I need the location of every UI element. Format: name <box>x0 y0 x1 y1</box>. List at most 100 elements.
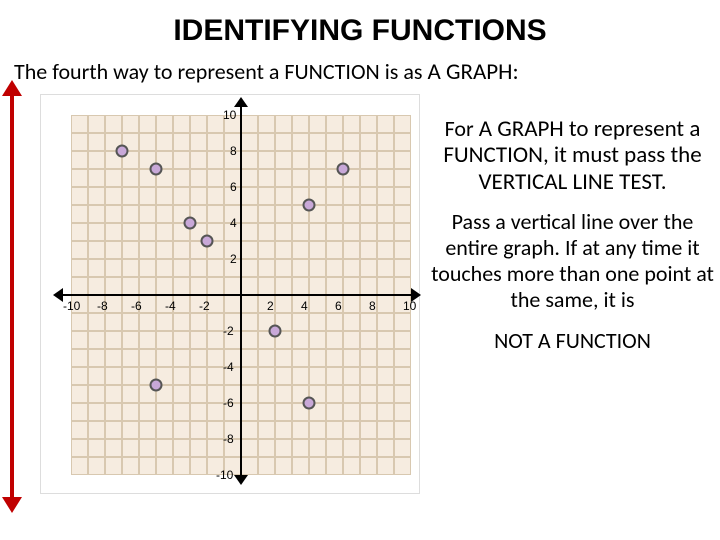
grid-cell <box>88 385 105 403</box>
grid-cell <box>139 241 156 259</box>
grid-cell <box>309 331 326 349</box>
grid-cell <box>309 223 326 241</box>
grid-cell <box>394 457 411 475</box>
grid-cell <box>292 169 309 187</box>
grid-cell <box>326 349 343 367</box>
grid-cell <box>88 133 105 151</box>
grid-cell <box>105 367 122 385</box>
grid-cell <box>343 241 360 259</box>
grid-cell <box>275 421 292 439</box>
grid-cell <box>309 133 326 151</box>
subtitle: The fourth way to represent a FUNCTION i… <box>0 48 720 86</box>
page-title: IDENTIFYING FUNCTIONS <box>0 0 720 48</box>
grid-cell <box>122 367 139 385</box>
grid-cell <box>326 421 343 439</box>
grid-cell <box>156 421 173 439</box>
grid-cell <box>122 115 139 133</box>
grid-cell <box>173 241 190 259</box>
grid-cell <box>139 421 156 439</box>
grid-cell <box>360 421 377 439</box>
grid-cell <box>207 169 224 187</box>
grid-cell <box>88 205 105 223</box>
grid-cell <box>71 169 88 187</box>
grid-cell <box>258 457 275 475</box>
y-tick-label: -8 <box>223 432 234 446</box>
grid-cell <box>343 421 360 439</box>
grid-cell <box>190 349 207 367</box>
grid-cell <box>190 403 207 421</box>
right-panel: For A GRAPH to represent a FUNCTION, it … <box>430 94 715 514</box>
grid-cell <box>156 457 173 475</box>
grid-cell <box>139 313 156 331</box>
grid-cell <box>343 259 360 277</box>
grid-cell <box>275 115 292 133</box>
grid-cell <box>122 205 139 223</box>
grid-cell <box>122 421 139 439</box>
grid-cell <box>343 205 360 223</box>
grid-cell <box>241 169 258 187</box>
grid-cell <box>139 223 156 241</box>
x-tick-label: 2 <box>267 299 274 313</box>
grid-cell <box>122 223 139 241</box>
paragraph-3: NOT A FUNCTION <box>430 327 715 354</box>
grid-cell <box>292 151 309 169</box>
grid-cell <box>122 241 139 259</box>
grid-cell <box>309 259 326 277</box>
grid-cell <box>258 187 275 205</box>
grid-cell <box>292 241 309 259</box>
grid-cell <box>394 133 411 151</box>
x-tick-label: -6 <box>131 299 142 313</box>
grid-cell <box>343 115 360 133</box>
grid-cell <box>394 241 411 259</box>
grid-cell <box>71 259 88 277</box>
axis-arrow <box>53 288 63 302</box>
grid-cell <box>258 349 275 367</box>
grid-cell <box>122 277 139 295</box>
grid-cell <box>156 187 173 205</box>
grid-cell <box>241 187 258 205</box>
grid-cell <box>394 313 411 331</box>
grid-cell <box>275 367 292 385</box>
grid-cell <box>292 277 309 295</box>
grid-cell <box>156 439 173 457</box>
grid-cell <box>326 133 343 151</box>
grid-cell <box>360 205 377 223</box>
grid-cell <box>292 349 309 367</box>
grid-cell <box>122 403 139 421</box>
x-tick-label: 4 <box>301 299 308 313</box>
grid-cell <box>122 169 139 187</box>
grid-cell <box>139 277 156 295</box>
grid-cell <box>241 115 258 133</box>
grid-cell <box>71 223 88 241</box>
grid-cell <box>173 313 190 331</box>
grid-cell <box>241 205 258 223</box>
grid-cell <box>377 295 394 313</box>
grid-cell <box>343 277 360 295</box>
grid-cell <box>258 403 275 421</box>
grid-cell <box>88 151 105 169</box>
grid-cell <box>258 151 275 169</box>
grid-cell <box>105 457 122 475</box>
grid-cell <box>88 313 105 331</box>
grid-cell <box>122 457 139 475</box>
grid-cell <box>326 331 343 349</box>
grid-cell <box>360 115 377 133</box>
grid-cell <box>394 187 411 205</box>
grid-cell <box>394 169 411 187</box>
grid-cell <box>88 259 105 277</box>
grid-cell <box>241 259 258 277</box>
x-tick-label: 6 <box>335 299 342 313</box>
data-point <box>150 379 163 392</box>
x-tick-label: -2 <box>199 299 210 313</box>
grid-cell <box>207 115 224 133</box>
grid-cell <box>71 115 88 133</box>
grid-cell <box>309 241 326 259</box>
data-point <box>303 199 316 212</box>
grid-cell <box>360 385 377 403</box>
grid-cell <box>394 223 411 241</box>
grid-cell <box>190 331 207 349</box>
grid-cell <box>173 151 190 169</box>
grid-cell <box>241 421 258 439</box>
data-point <box>269 325 282 338</box>
grid-cell <box>173 403 190 421</box>
